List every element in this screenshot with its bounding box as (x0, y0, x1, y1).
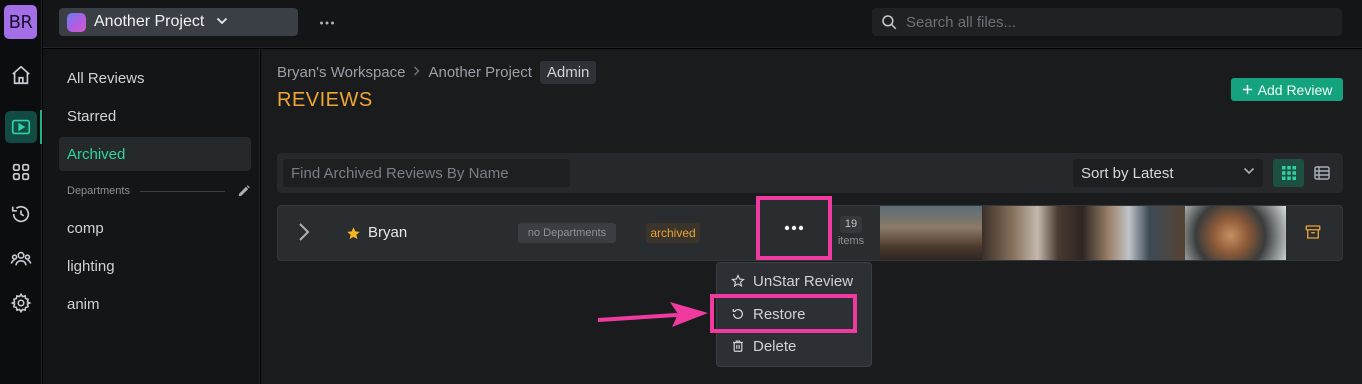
nav-item-dept-comp[interactable]: comp (59, 211, 251, 245)
expand-chevron-icon[interactable] (298, 222, 310, 247)
annotation-arrow-icon (596, 300, 710, 335)
nav-item-dept-lighting[interactable]: lighting (59, 249, 251, 283)
active-indicator (40, 110, 42, 144)
avatar[interactable]: BR (4, 5, 37, 39)
sort-dropdown[interactable]: Sort by Latest (1073, 159, 1263, 187)
sort-label: Sort by Latest (1081, 164, 1174, 182)
thumbnail[interactable] (1083, 206, 1185, 260)
nav-item-all-reviews[interactable]: All Reviews (59, 61, 251, 95)
global-search[interactable] (872, 8, 1342, 36)
review-name[interactable]: Bryan (368, 224, 407, 241)
menu-item-delete[interactable]: Delete (731, 334, 796, 358)
edit-pencil-icon[interactable] (237, 184, 251, 198)
nav-item-starred[interactable]: Starred (59, 99, 251, 133)
left-nav: All Reviews Starred Archived Departments… (43, 49, 260, 384)
top-bar: Another Project (43, 0, 1362, 48)
menu-item-label: UnStar Review (753, 272, 854, 290)
breadcrumb-workspace[interactable]: Bryan's Workspace (277, 64, 405, 81)
project-switcher[interactable]: Another Project (59, 8, 298, 36)
search-icon (882, 15, 897, 30)
app-rail: BR (0, 0, 42, 384)
thumbnail[interactable] (981, 206, 1083, 260)
chevron-down-icon (1243, 166, 1255, 178)
trash-icon (733, 340, 743, 352)
breadcrumb-current: Admin (539, 61, 597, 84)
settings-gear-icon[interactable] (5, 287, 37, 319)
filter-bar: Sort by Latest (277, 153, 1343, 193)
departments-label: Departments (67, 185, 130, 197)
item-count-number: 19 (839, 216, 863, 233)
add-review-label: Add Review (1257, 81, 1333, 98)
thumbnail-strip[interactable] (880, 206, 1286, 260)
thumbnail[interactable] (1184, 206, 1286, 260)
divider (139, 190, 225, 192)
item-count-label: items (837, 235, 865, 247)
breadcrumb: Bryan's Workspace Another Project Admin (277, 61, 597, 84)
menu-item-unstar[interactable]: UnStar Review (731, 269, 853, 293)
restore-highlight-box (710, 294, 857, 333)
nav-item-archived[interactable]: Archived (59, 137, 251, 171)
project-name: Another Project (94, 13, 205, 30)
home-icon[interactable] (5, 59, 37, 91)
departments-header: Departments (67, 184, 251, 198)
status-badge: archived (646, 223, 700, 243)
users-icon[interactable] (5, 243, 37, 275)
item-count: 19 items (834, 216, 868, 256)
archived-search-input[interactable] (283, 159, 570, 187)
list-view-icon[interactable] (1306, 159, 1337, 187)
nav-item-dept-anim[interactable]: anim (59, 287, 251, 321)
star-outline-icon (731, 274, 745, 288)
grid-view-icon[interactable] (1273, 159, 1304, 187)
review-row[interactable]: Bryan no Departments archived 19 items (277, 196, 1343, 261)
history-icon[interactable] (5, 198, 37, 230)
department-badge: no Departments (518, 223, 616, 243)
page-title: REVIEWS (277, 89, 373, 111)
ellipsis-icon (784, 225, 804, 231)
project-logo-icon (67, 12, 86, 32)
more-options-icon[interactable] (319, 13, 335, 31)
reviews-play-icon[interactable] (5, 111, 37, 143)
thumbnail[interactable] (880, 206, 982, 260)
chevron-right-icon (413, 66, 421, 79)
view-toggle (1273, 159, 1337, 187)
plus-icon (1242, 84, 1252, 95)
add-review-button[interactable]: Add Review (1231, 78, 1343, 101)
breadcrumb-project[interactable]: Another Project (428, 64, 531, 81)
menu-item-label: Delete (753, 337, 797, 355)
row-more-options-button[interactable] (756, 196, 832, 260)
star-icon[interactable] (346, 226, 361, 246)
search-input[interactable] (906, 13, 1326, 31)
grid-apps-icon[interactable] (5, 156, 37, 188)
archive-box-icon[interactable] (1304, 223, 1322, 246)
chevron-down-icon (216, 16, 228, 28)
